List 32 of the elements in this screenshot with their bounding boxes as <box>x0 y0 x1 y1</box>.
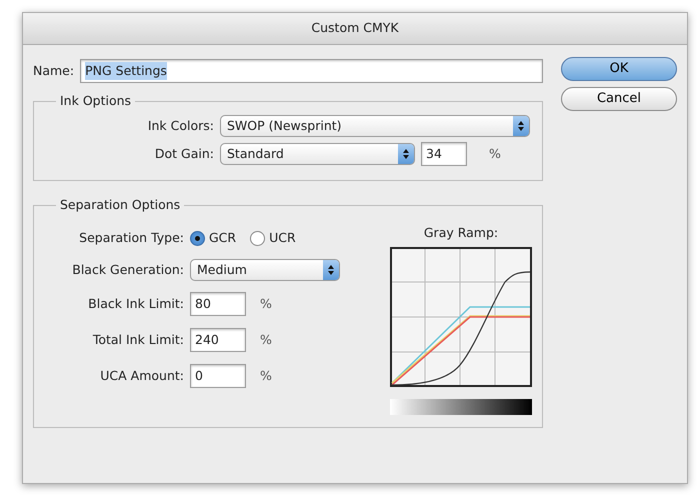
field-label: Ink Colors: <box>146 116 214 135</box>
stepper-arrows-icon <box>323 260 339 280</box>
radio-button[interactable]: GCR <box>190 228 236 248</box>
radio-button[interactable]: UCR <box>250 228 296 248</box>
unit-label: % <box>260 330 272 349</box>
field-label: Black Ink Limit: <box>87 294 184 313</box>
dropdown[interactable]: Standard <box>220 143 415 165</box>
dropdown-value: Medium <box>197 260 247 279</box>
dropdown[interactable]: Medium <box>190 259 340 281</box>
field-label: Total Ink Limit: <box>92 330 184 349</box>
field-label: Black Generation: <box>71 260 184 279</box>
unit-label: % <box>489 144 501 163</box>
stepper-arrows-icon <box>398 144 414 164</box>
stepper-arrows-icon <box>513 116 529 136</box>
dropdown[interactable]: SWOP (Newsprint) <box>220 115 530 137</box>
field-label: UCA Amount: <box>99 366 184 385</box>
limit-field[interactable]: 0 <box>190 364 246 388</box>
field-label: Name: <box>33 62 74 80</box>
dropdown-value: SWOP (Newsprint) <box>227 116 342 135</box>
unit-label: % <box>260 366 272 385</box>
cancel-button[interactable]: Cancel <box>561 87 677 111</box>
window-title: Custom CMYK <box>311 19 399 38</box>
name-field[interactable]: PNG Settings <box>80 59 543 83</box>
field-label: Dot Gain: <box>154 144 214 163</box>
amount-field[interactable]: 34 <box>421 142 467 166</box>
dropdown-value: Standard <box>227 144 284 163</box>
graph-label: Gray Ramp: <box>424 224 498 242</box>
limit-field[interactable]: 240 <box>190 328 246 352</box>
limit-field[interactable]: 80 <box>190 292 246 316</box>
unit-label: % <box>260 294 272 313</box>
field-label: Separation Type: <box>78 228 184 247</box>
ok-button[interactable]: OK <box>561 57 677 81</box>
